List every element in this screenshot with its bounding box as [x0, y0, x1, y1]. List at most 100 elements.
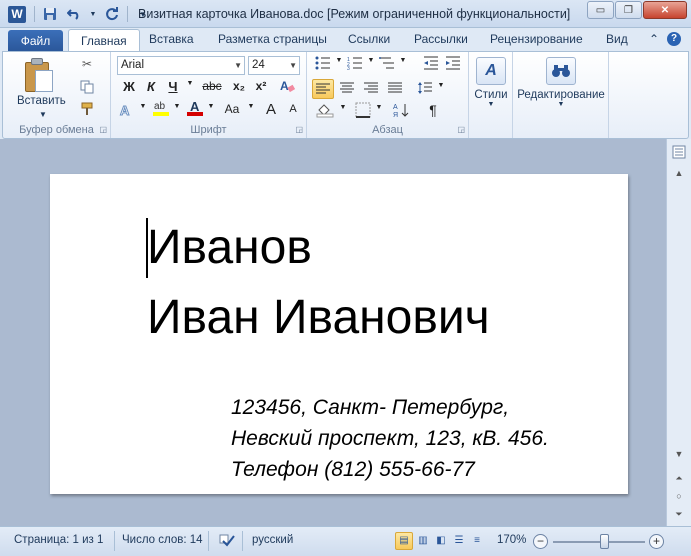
font-size-combo[interactable]: 24 ▼ — [248, 56, 300, 75]
font-launcher-icon[interactable]: ◲ — [295, 125, 303, 134]
format-painter-icon[interactable] — [77, 100, 97, 118]
status-language[interactable]: русский — [252, 534, 293, 546]
subscript-button[interactable]: x₂ — [229, 79, 249, 93]
change-case-dropdown-icon[interactable]: ▼ — [241, 103, 261, 110]
chevron-down-icon[interactable]: ▼ — [289, 57, 297, 74]
close-button[interactable]: ✕ — [643, 1, 687, 19]
document-address-line-1[interactable]: 123456, Санкт- Петербург, — [231, 396, 509, 420]
minimize-button[interactable]: ▭ — [587, 1, 614, 19]
tab-insert[interactable]: Вставка — [149, 32, 194, 46]
clipboard-launcher-icon[interactable]: ◲ — [99, 125, 107, 134]
group-editing: Редактирование ▼ — [513, 52, 609, 138]
align-left-button[interactable] — [312, 79, 334, 99]
save-icon[interactable] — [41, 5, 59, 23]
minimize-ribbon-icon[interactable]: ⌃ — [649, 32, 659, 46]
line-spacing-dropdown-icon[interactable]: ▼ — [431, 82, 451, 89]
divider — [127, 6, 128, 22]
paste-button-label[interactable]: Вставить — [17, 95, 66, 107]
align-center-icon[interactable] — [337, 81, 357, 98]
zoom-slider-thumb[interactable] — [600, 534, 609, 549]
styles-button[interactable]: A Стили ▼ — [471, 57, 511, 108]
tab-review[interactable]: Рецензирование — [490, 32, 583, 46]
tab-home[interactable]: Главная — [68, 29, 140, 53]
multilevel-dropdown-icon[interactable]: ▼ — [393, 57, 413, 64]
paste-icon[interactable] — [25, 58, 53, 92]
tab-references[interactable]: Ссылки — [348, 32, 390, 46]
borders-dropdown-icon[interactable]: ▼ — [369, 104, 389, 111]
previous-page-icon[interactable]: ⏶ — [671, 470, 687, 486]
draft-view-icon[interactable]: ≡ — [468, 532, 486, 550]
ruler-toggle-icon[interactable] — [671, 145, 687, 161]
clear-formatting-icon[interactable]: A — [277, 78, 297, 97]
proofing-icon[interactable] — [218, 531, 236, 552]
help-icon[interactable]: ? — [667, 32, 681, 46]
increase-indent-icon[interactable] — [443, 56, 463, 73]
svg-text:A: A — [120, 103, 130, 118]
zoom-in-button[interactable]: + — [649, 534, 664, 549]
show-marks-button[interactable]: ¶ — [423, 102, 443, 118]
web-layout-icon[interactable]: ◧ — [432, 532, 450, 550]
document-address-line-2[interactable]: Невский проспект, 123, кВ. 456. — [231, 427, 549, 451]
vertical-scrollbar[interactable]: ▲ ▼ ⏶ ○ ⏷ — [666, 139, 691, 526]
group-label-font: Шрифт — [190, 124, 227, 136]
outline-view-icon[interactable]: ☰ — [450, 532, 468, 550]
document-page[interactable]: Иванов Иван Иванович 123456, Санкт- Пете… — [50, 174, 628, 494]
cut-icon[interactable]: ✂ — [77, 55, 97, 73]
editing-button[interactable]: Редактирование ▼ — [515, 57, 607, 108]
document-surname[interactable]: Иванов — [147, 220, 312, 276]
shading-dropdown-icon[interactable]: ▼ — [333, 104, 353, 111]
styles-dropdown-icon: ▼ — [487, 101, 495, 108]
shrink-font-button[interactable]: A — [283, 103, 303, 115]
full-screen-reading-icon[interactable]: ▥ — [414, 532, 432, 550]
ribbon: Вставить ▼ ✂ Буфер обмена ◲ Arial ▼ 24 ▼… — [2, 51, 689, 139]
zoom-slider-track[interactable] — [553, 541, 645, 543]
maximize-button[interactable]: ❐ — [615, 1, 642, 19]
align-right-icon[interactable] — [361, 81, 381, 98]
copy-icon[interactable] — [77, 78, 97, 96]
zoom-out-button[interactable]: − — [533, 534, 548, 549]
shading-icon[interactable] — [315, 102, 335, 121]
decrease-indent-icon[interactable] — [421, 56, 441, 73]
divider — [242, 531, 243, 551]
text-effects-dropdown-icon[interactable]: ▼ — [133, 103, 153, 110]
print-layout-view-icon[interactable]: ▤ — [395, 532, 413, 550]
next-page-icon[interactable]: ⏷ — [671, 506, 687, 522]
document-phone-line[interactable]: Телефон (812) 555-66-77 — [231, 458, 475, 482]
tab-view[interactable]: Вид — [606, 32, 628, 46]
status-page[interactable]: Страница: 1 из 1 — [14, 534, 103, 546]
status-bar: Страница: 1 из 1 Число слов: 14 русский … — [0, 526, 691, 556]
group-paragraph: ▼ 123 ▼ ▼ ▼ ▼ ▼ А Я ¶ Абзац ◲ — [307, 52, 469, 138]
redo-icon[interactable] — [103, 5, 121, 23]
word-app-icon[interactable]: W — [8, 6, 26, 23]
paragraph-launcher-icon[interactable]: ◲ — [457, 125, 465, 134]
underline-dropdown-icon[interactable]: ▼ — [180, 80, 200, 87]
scroll-down-icon[interactable]: ▼ — [671, 446, 687, 462]
tab-mailings[interactable]: Рассылки — [414, 32, 468, 46]
justify-icon[interactable] — [385, 81, 405, 98]
grow-font-button[interactable]: A — [261, 101, 281, 118]
document-area[interactable]: Иванов Иван Иванович 123456, Санкт- Пете… — [0, 139, 666, 526]
zoom-level[interactable]: 170% — [497, 534, 526, 546]
superscript-button[interactable]: x² — [251, 79, 271, 93]
divider — [114, 531, 115, 551]
tab-page-layout[interactable]: Разметка страницы — [218, 32, 327, 46]
paste-dropdown-icon[interactable]: ▼ — [39, 110, 47, 119]
divider — [34, 6, 35, 22]
chevron-down-icon[interactable]: ▼ — [234, 57, 242, 74]
italic-button[interactable]: К — [141, 79, 161, 94]
scroll-up-icon[interactable]: ▲ — [671, 165, 687, 181]
divider — [208, 531, 209, 551]
sort-icon[interactable]: АЯ — [391, 102, 411, 121]
font-color-dropdown-icon[interactable]: ▼ — [201, 103, 221, 110]
status-word-count[interactable]: Число слов: 14 — [122, 534, 203, 546]
strikethrough-button[interactable]: abc — [199, 79, 225, 93]
undo-icon[interactable] — [65, 5, 83, 23]
svg-text:Я: Я — [393, 112, 398, 118]
undo-dropdown-icon[interactable]: ▼ — [89, 5, 97, 23]
browse-object-icon[interactable]: ○ — [671, 488, 687, 504]
document-full-name[interactable]: Иван Иванович — [147, 290, 490, 346]
highlight-dropdown-icon[interactable]: ▼ — [167, 103, 187, 110]
font-name-combo[interactable]: Arial ▼ — [117, 56, 245, 75]
tab-file[interactable]: Файл — [8, 30, 63, 52]
bold-button[interactable]: Ж — [119, 79, 139, 94]
